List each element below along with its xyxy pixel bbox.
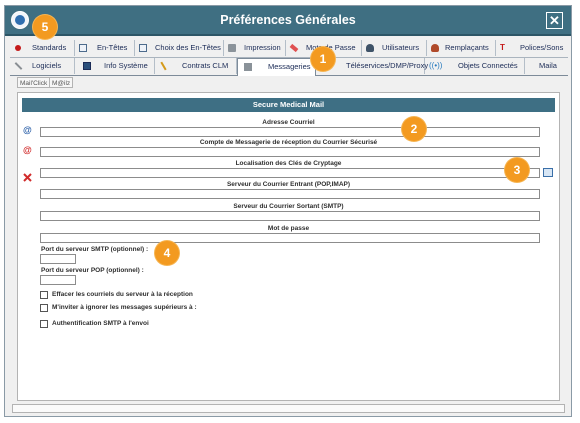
ribbon-key-icon: [23, 169, 32, 182]
panel-header: Secure Medical Mail: [22, 98, 555, 112]
pop-port-label: Port du serveur POP (optionnel) :: [41, 267, 144, 274]
delete-from-server-checkbox[interactable]: [40, 291, 48, 299]
red-dot-icon: [15, 45, 21, 51]
callout-1: 1: [311, 47, 335, 71]
font-icon: T: [500, 43, 505, 52]
tab-messageries[interactable]: Messageries: [237, 58, 316, 76]
outgoing-server-field[interactable]: [40, 211, 540, 221]
tab-objets-connectes[interactable]: ((•)) Objets Connectés: [425, 58, 525, 74]
tab-remplacants[interactable]: Remplaçants: [427, 40, 496, 56]
tab-logiciels[interactable]: Logiciels: [10, 58, 75, 74]
system-icon: [83, 62, 91, 70]
tab-info-systeme[interactable]: Info Système: [75, 58, 155, 74]
smtp-port-label: Port du serveur SMTP (optionnel) :: [41, 246, 149, 253]
close-button[interactable]: ✕: [546, 12, 563, 29]
key-location-label: Localisation des Clés de Cryptage: [235, 160, 342, 167]
email-address-field[interactable]: [40, 127, 540, 137]
title-bar: Préférences Générales ✕: [5, 6, 571, 36]
ignore-large-messages-checkbox[interactable]: [40, 304, 48, 312]
account-label: Compte de Messagerie de réception du Cou…: [199, 139, 378, 146]
document-icon: [79, 44, 87, 52]
password-label: Mot de passe: [267, 225, 310, 232]
mail-subtabs: Mail'Click M@ilz: [17, 77, 74, 88]
delete-from-server-label: Effacer les courriels du serveur à la ré…: [52, 291, 193, 298]
password-field[interactable]: [40, 233, 540, 243]
tab-standards[interactable]: Standards: [10, 40, 75, 56]
at-red-icon: @: [23, 145, 32, 155]
email-address-label: Adresse Courriel: [262, 119, 315, 126]
tab-utilisateurs[interactable]: Utilisateurs: [362, 40, 427, 56]
callout-3: 3: [505, 158, 529, 182]
tab-maila[interactable]: Maila: [525, 58, 568, 74]
ignore-large-messages-label: M'inviter à ignorer les messages supérie…: [52, 304, 197, 311]
incoming-server-label: Serveur du Courrier Entrant (POP,IMAP): [226, 181, 351, 188]
browse-folder-button[interactable]: [543, 168, 553, 177]
envelope-icon: [244, 63, 252, 71]
subtab-mailz[interactable]: M@ilz: [49, 77, 74, 88]
user-icon: [366, 44, 374, 52]
printer-icon: [228, 44, 236, 52]
tab-choix-en-tetes[interactable]: Choix des En-Têtes: [135, 40, 224, 56]
account-field[interactable]: [40, 147, 540, 157]
callout-5: 5: [33, 15, 57, 39]
callout-4: 4: [155, 241, 179, 265]
window-title: Préférences Générales: [220, 13, 356, 27]
document-icon: [139, 44, 147, 52]
tab-row-1: Standards En-Têtes Choix des En-Têtes Im…: [10, 40, 568, 58]
smtp-auth-label: Authentification SMTP à l'envoi: [52, 320, 149, 327]
tab-impression[interactable]: Impression: [224, 40, 286, 56]
tab-contrats-clm[interactable]: Contrats CLM: [155, 58, 237, 74]
connected-icon: ((•)): [429, 61, 443, 70]
secure-mail-panel: Secure Medical Mail Adresse Courriel @ C…: [17, 92, 560, 401]
bottom-bar: [12, 404, 565, 413]
key-location-field[interactable]: [40, 168, 540, 178]
smtp-port-field[interactable]: [40, 254, 76, 264]
outgoing-server-label: Serveur du Courrier Sortant (SMTP): [233, 203, 344, 210]
wrench-icon: [14, 62, 23, 70]
at-icon: @: [23, 125, 32, 135]
ribbon-icon: [289, 43, 299, 53]
pencil-icon: [160, 61, 167, 71]
users-icon: [431, 44, 439, 52]
preferences-window: Préférences Générales ✕ Standards En-Têt…: [4, 5, 572, 417]
tab-polices-sons[interactable]: T Polices/Sons: [496, 40, 568, 56]
tab-row-2: Logiciels Info Système Contrats CLM Mess…: [10, 58, 568, 76]
tab-en-tetes[interactable]: En-Têtes: [75, 40, 135, 56]
smtp-auth-checkbox[interactable]: [40, 320, 48, 328]
pop-port-field[interactable]: [40, 275, 76, 285]
subtab-mailclick[interactable]: Mail'Click: [17, 77, 51, 88]
callout-2: 2: [402, 117, 426, 141]
incoming-server-field[interactable]: [40, 189, 540, 199]
